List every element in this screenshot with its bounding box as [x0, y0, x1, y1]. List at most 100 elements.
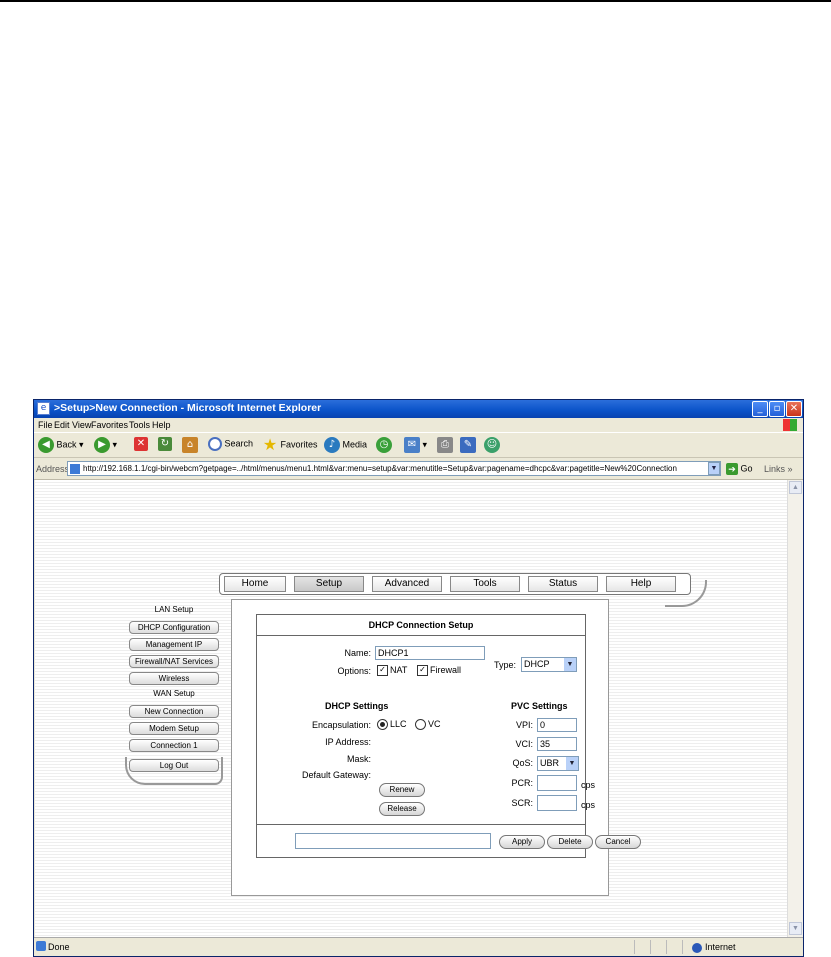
forward-button[interactable]: ▶ ▾: [94, 437, 117, 453]
name-input[interactable]: DHCP1: [375, 646, 485, 660]
print-button[interactable]: ⎙: [437, 437, 453, 453]
menu-help[interactable]: Help: [152, 420, 171, 430]
scroll-down-icon[interactable]: ▼: [789, 922, 802, 935]
mail-icon: ✉: [404, 437, 420, 453]
done-page-icon: [36, 941, 46, 951]
home-button[interactable]: ⌂: [182, 437, 198, 453]
dialog-title: DHCP Connection Setup: [257, 615, 585, 636]
firewall-check-icon: ✓: [417, 665, 428, 677]
menu-favorites[interactable]: Favorites: [91, 420, 128, 430]
sidebar-item-dhcp-configuration[interactable]: DHCP Configuration: [129, 621, 219, 634]
menu-tools[interactable]: Tools: [129, 420, 150, 430]
page-top-rule: [0, 0, 831, 2]
release-button[interactable]: Release: [379, 802, 425, 816]
default-gateway-label: Default Gateway:: [301, 770, 371, 780]
search-button[interactable]: Search: [208, 437, 253, 451]
sidebar: LAN Setup DHCP Configuration Management …: [125, 599, 223, 787]
tab-tools[interactable]: Tools: [450, 576, 520, 592]
nav-decoration: [665, 580, 707, 607]
vci-input[interactable]: 35: [537, 737, 577, 751]
tab-setup[interactable]: Setup: [294, 576, 364, 592]
scroll-up-icon[interactable]: ▲: [789, 481, 802, 494]
address-url: http://192.168.1.1/cgi-bin/webcm?getpage…: [83, 464, 677, 473]
sidebar-item-connection-1[interactable]: Connection 1: [129, 739, 219, 752]
menu-file[interactable]: File: [38, 420, 53, 430]
pcr-unit: cps: [581, 780, 596, 790]
vertical-scrollbar[interactable]: ▲ ▼: [787, 480, 803, 937]
cancel-button[interactable]: Cancel: [595, 835, 641, 849]
back-label: Back: [56, 439, 77, 450]
firewall-checkbox[interactable]: ✓ Firewall: [417, 665, 462, 677]
history-button[interactable]: ◷: [376, 437, 392, 453]
pcr-input[interactable]: [537, 775, 577, 791]
links-label: Links: [764, 464, 786, 474]
mask-label: Mask:: [346, 754, 371, 764]
close-button[interactable]: ✕: [786, 401, 802, 417]
maximize-button[interactable]: ▫: [769, 401, 785, 417]
message-field[interactable]: [295, 833, 491, 849]
qos-select[interactable]: UBR ▼: [537, 756, 579, 771]
apply-button[interactable]: Apply: [499, 835, 545, 849]
ie-page-icon: e: [37, 402, 50, 415]
sidebar-heading-lan: LAN Setup: [154, 605, 194, 614]
media-icon: ♪: [324, 437, 340, 453]
address-bar: Address http://192.168.1.1/cgi-bin/webcm…: [34, 458, 803, 480]
radio-selected-icon: [377, 719, 388, 731]
scr-unit: cps: [581, 800, 596, 810]
stop-icon: ✕: [134, 437, 148, 451]
radio-unselected-icon: [415, 719, 426, 731]
nat-checkbox[interactable]: ✓ NAT: [377, 665, 408, 677]
tab-advanced[interactable]: Advanced: [372, 576, 442, 592]
address-label: Address: [36, 464, 70, 474]
type-select[interactable]: DHCP ▼: [521, 657, 577, 672]
media-label: Media: [342, 439, 368, 450]
star-icon: ★: [262, 435, 278, 454]
type-value: DHCP: [524, 659, 550, 669]
sidebar-item-modem-setup[interactable]: Modem Setup: [129, 722, 219, 735]
scr-label: SCR:: [511, 798, 533, 808]
encap-llc-radio[interactable]: LLC: [375, 719, 407, 731]
pcr-label: PCR:: [511, 778, 533, 788]
back-button[interactable]: ◀ Back ▾: [38, 437, 84, 453]
sidebar-item-firewall-nat[interactable]: Firewall/NAT Services: [129, 655, 219, 668]
stop-button[interactable]: ✕: [134, 437, 148, 451]
favorites-button[interactable]: ★ Favorites: [262, 437, 318, 453]
media-button[interactable]: ♪ Media: [324, 437, 367, 453]
qos-label: QoS:: [512, 758, 533, 768]
favorites-label: Favorites: [280, 439, 318, 450]
refresh-button[interactable]: ↻: [158, 437, 172, 451]
menu-view[interactable]: View: [72, 420, 91, 430]
renew-button[interactable]: Renew: [379, 783, 425, 797]
nat-label: NAT: [390, 665, 408, 675]
back-arrow-icon: ◀: [38, 437, 54, 453]
page-icon: [70, 463, 80, 474]
tab-status[interactable]: Status: [528, 576, 598, 592]
sidebar-item-new-connection[interactable]: New Connection: [129, 705, 219, 718]
browser-window: e >Setup>New Connection - Microsoft Inte…: [33, 399, 804, 957]
encap-vc-radio[interactable]: VC: [413, 719, 441, 731]
sidebar-item-management-ip[interactable]: Management IP: [129, 638, 219, 651]
status-text: Done: [48, 942, 70, 952]
zone-label: Internet: [705, 942, 736, 952]
minimize-button[interactable]: _: [752, 401, 768, 417]
window-title: >Setup>New Connection - Microsoft Intern…: [54, 402, 322, 414]
status-bar: Done Internet: [34, 937, 803, 956]
sidebar-item-wireless[interactable]: Wireless: [129, 672, 219, 685]
vpi-input[interactable]: 0: [537, 718, 577, 732]
toolbar: ◀ Back ▾ ▶ ▾ ✕ ↻ ⌂ Search ★ Favorites ♪ …: [34, 432, 803, 458]
delete-button[interactable]: Delete: [547, 835, 593, 849]
address-input[interactable]: http://192.168.1.1/cgi-bin/webcm?getpage…: [67, 461, 721, 476]
windows-logo-icon: [783, 419, 797, 431]
address-dropdown-arrow[interactable]: ▼: [708, 462, 720, 475]
mail-button[interactable]: ✉ ▾: [404, 437, 427, 453]
dialog-footer-divider: [257, 824, 585, 825]
edit-button[interactable]: ✎: [460, 437, 476, 453]
messenger-button[interactable]: ☺: [484, 437, 500, 453]
go-button[interactable]: ➔ Go: [726, 463, 753, 475]
scr-input[interactable]: [537, 795, 577, 811]
name-label: Name:: [344, 648, 371, 658]
links-button[interactable]: Links »: [764, 464, 793, 474]
menu-edit[interactable]: Edit: [54, 420, 70, 430]
tab-home[interactable]: Home: [224, 576, 286, 592]
firewall-label: Firewall: [430, 665, 462, 675]
